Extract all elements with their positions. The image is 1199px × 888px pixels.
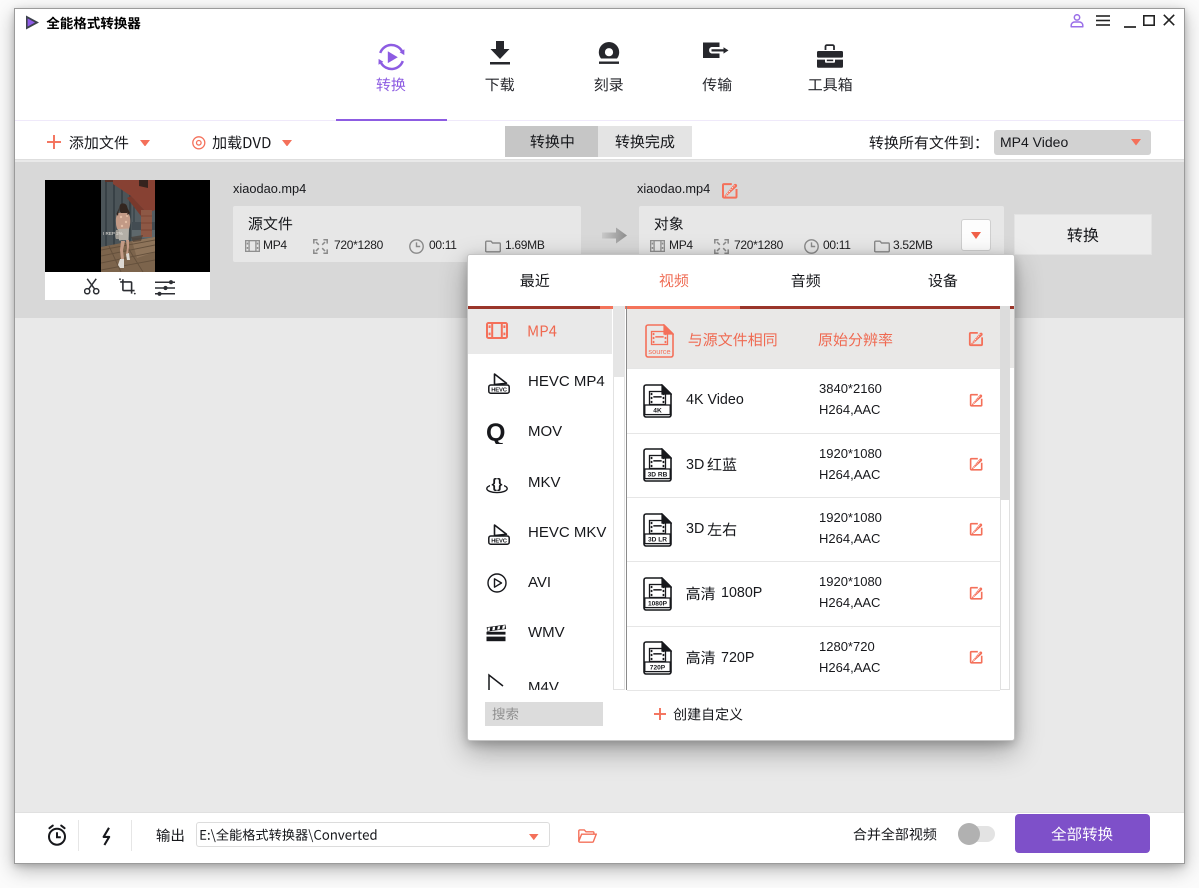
svg-text:4K: 4K <box>653 407 662 414</box>
svg-text:720P: 720P <box>650 665 666 672</box>
svg-text:HEVC: HEVC <box>491 538 508 544</box>
svg-text:HEVC: HEVC <box>491 387 508 393</box>
svg-text:{}: {} <box>492 475 503 491</box>
svg-text:3D LR: 3D LR <box>648 536 667 543</box>
svg-text:Q: Q <box>487 422 505 444</box>
svg-text:I REP 2%: I REP 2% <box>103 231 123 236</box>
svg-text:1080P: 1080P <box>648 600 668 607</box>
svg-text:source: source <box>648 347 670 356</box>
svg-text:3D RB: 3D RB <box>648 472 668 479</box>
